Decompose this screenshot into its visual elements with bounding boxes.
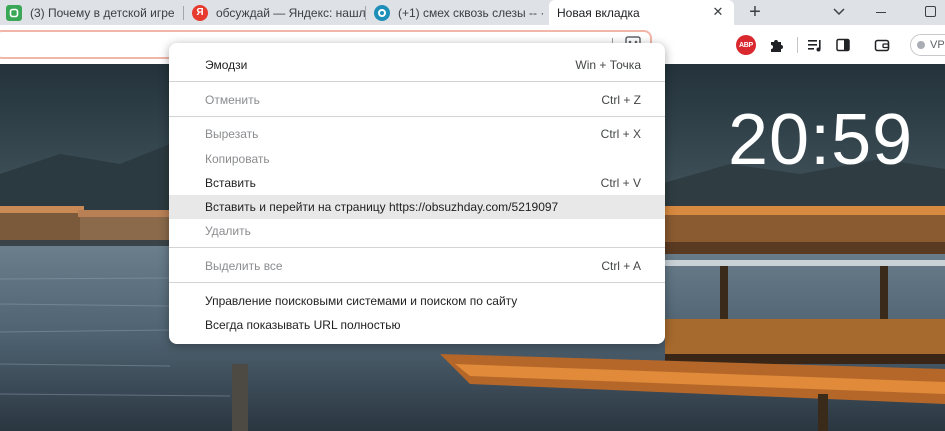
tab-title: Новая вкладка — [557, 5, 640, 20]
chevron-down-icon[interactable] — [829, 2, 849, 22]
menu-item-delete[interactable]: Удалить — [169, 219, 665, 243]
restore-icon[interactable] — [925, 6, 936, 17]
menu-item-label: Вырезать — [205, 127, 259, 141]
tab-divider — [365, 6, 366, 20]
menu-item-label: Удалить — [205, 224, 251, 238]
clock-widget: 20:59 — [728, 100, 914, 180]
menu-item-label: Отменить — [205, 93, 260, 107]
menu-item-always-show-full-url[interactable]: Всегда показывать URL полностью — [169, 313, 665, 337]
vpn-status-dot — [917, 41, 925, 49]
menu-item-label: Вставить — [205, 176, 256, 190]
menu-item-label: Управление поисковыми системами и поиско… — [205, 294, 518, 308]
menu-item-shortcut: Ctrl + X — [600, 127, 641, 141]
menu-item-emoji[interactable]: Эмодзи Win + Точка — [169, 53, 665, 77]
menu-item-label: Вставить и перейти на страницу https://o… — [205, 200, 559, 214]
menu-item-cut[interactable]: Вырезать Ctrl + X — [169, 122, 665, 146]
menu-separator — [169, 81, 665, 82]
menu-item-shortcut: Ctrl + Z — [601, 93, 641, 107]
yandex-icon: Я — [192, 4, 208, 21]
tab-title: (3) Почему в детской игре — [30, 5, 175, 20]
tab-pochemu[interactable]: (3) Почему в детской игре — [0, 0, 184, 25]
menu-item-label: Всегда показывать URL полностью — [205, 318, 401, 332]
tab-title: (+1) смех сквозь слезы -- · — [398, 5, 545, 20]
wallet-icon[interactable] — [871, 34, 893, 56]
vpn-toggle[interactable]: VPN — [910, 34, 945, 56]
adblock-plus-icon[interactable]: ABP — [735, 34, 757, 56]
menu-item-undo[interactable]: Отменить Ctrl + Z — [169, 88, 665, 112]
menu-item-paste-and-go[interactable]: Вставить и перейти на страницу https://o… — [169, 195, 665, 219]
menu-separator — [169, 282, 665, 283]
vpn-label: VPN — [930, 39, 945, 51]
menu-separator — [169, 247, 665, 248]
context-menu: Эмодзи Win + Точка Отменить Ctrl + Z Выр… — [169, 43, 665, 344]
menu-item-label: Копировать — [205, 152, 270, 166]
menu-item-manage-search-engines[interactable]: Управление поисковыми системами и поиско… — [169, 289, 665, 313]
tab-strip: (3) Почему в детской игре Я обсуждай — Я… — [0, 0, 945, 25]
tab-yandex[interactable]: Я обсуждай — Яндекс: нашл — [186, 0, 366, 25]
menu-item-copy[interactable]: Копировать — [169, 147, 665, 171]
menu-item-select-all[interactable]: Выделить все Ctrl + A — [169, 254, 665, 278]
side-panel-icon[interactable] — [832, 34, 854, 56]
new-tab-button[interactable]: + — [744, 1, 766, 23]
close-tab-icon[interactable]: ✕ — [710, 4, 726, 20]
menu-item-shortcut: Ctrl + A — [601, 259, 641, 273]
toolbar-divider — [797, 37, 798, 53]
menu-item-shortcut: Ctrl + V — [600, 176, 641, 190]
menu-item-shortcut: Win + Точка — [575, 58, 641, 72]
tab-divider — [183, 6, 184, 20]
green-square-icon — [6, 4, 22, 21]
menu-separator — [169, 116, 665, 117]
extensions-puzzle-icon[interactable] — [765, 34, 787, 56]
minimize-icon[interactable] — [876, 12, 886, 13]
menu-item-paste[interactable]: Вставить Ctrl + V — [169, 171, 665, 195]
ring-icon — [374, 4, 390, 21]
menu-item-label: Выделить все — [205, 259, 283, 273]
media-queue-icon[interactable] — [804, 34, 826, 56]
abp-badge: ABP — [736, 35, 756, 55]
menu-item-label: Эмодзи — [205, 58, 248, 72]
tab-smeh[interactable]: (+1) смех сквозь слезы -- · — [368, 0, 548, 25]
tab-title: обсуждай — Яндекс: нашл — [216, 5, 366, 20]
tab-new-tab[interactable]: Новая вкладка ✕ — [549, 0, 734, 25]
